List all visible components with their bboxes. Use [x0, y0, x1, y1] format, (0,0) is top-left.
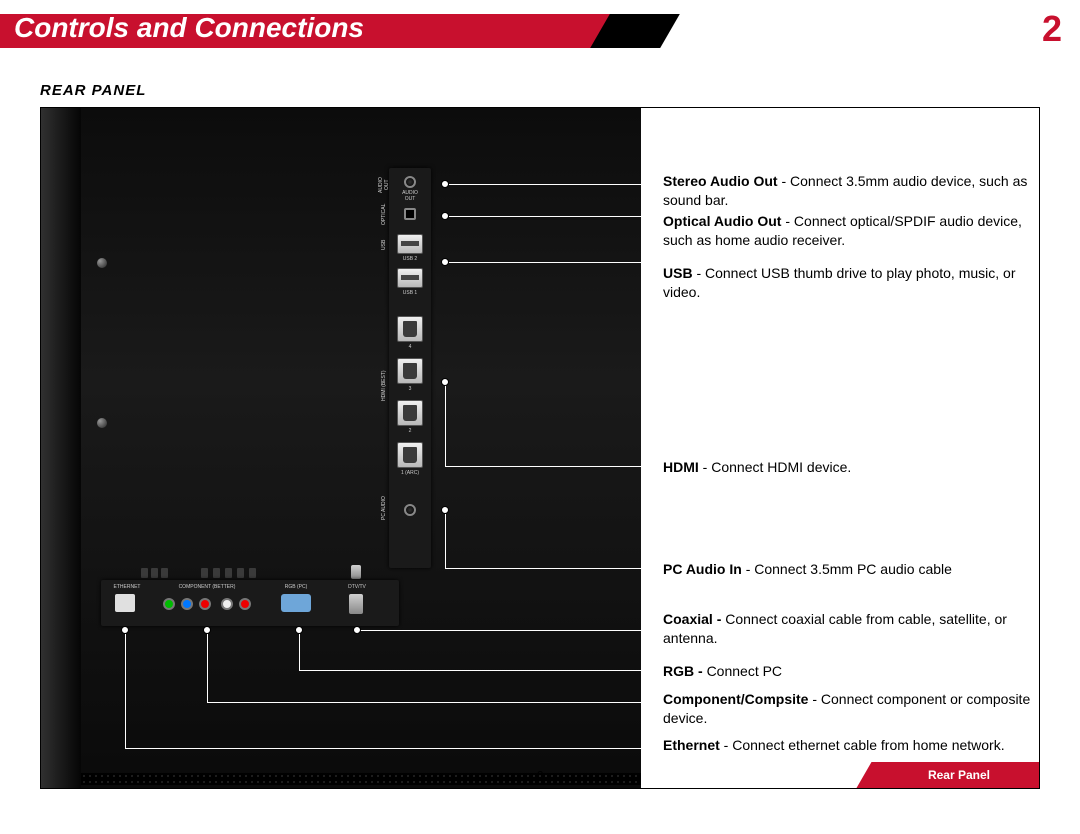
usb1-port	[397, 268, 423, 288]
vertical-port-strip: AUDIO OUT AUDIOOUT OPTICAL USB USB 2 USB…	[389, 168, 431, 568]
rca-blue	[181, 598, 193, 610]
rca-red	[199, 598, 211, 610]
stereo-jack-port	[404, 176, 416, 188]
description-column: Stereo Audio Out - Connect 3.5mm audio d…	[663, 108, 1039, 788]
desc-optical: Optical Audio Out - Connect optical/SPDI…	[663, 212, 1039, 250]
callout-dot	[441, 258, 449, 266]
ethernet-label: ETHERNET	[107, 584, 147, 590]
rca-red2	[239, 598, 251, 610]
header-title: Controls and Connections	[14, 12, 364, 44]
coax-port	[349, 594, 363, 614]
pc-audio-label: PC AUDIO	[379, 488, 389, 528]
callout-dot	[353, 626, 361, 634]
desc-comp: Component/Compsite - Connect component o…	[663, 690, 1039, 728]
usb1-label: USB 1	[395, 290, 425, 296]
chapter-number: 2	[1042, 8, 1062, 50]
audio-out-sublabel: AUDIOOUT	[395, 190, 425, 202]
hdmi2-port	[397, 400, 423, 426]
rca-white	[221, 598, 233, 610]
callout-line	[445, 568, 641, 569]
callout-dot	[441, 180, 449, 188]
usb2-port	[397, 234, 423, 254]
callout-line	[449, 184, 641, 185]
section-title: REAR PANEL	[40, 82, 1040, 99]
callout-line	[357, 630, 641, 631]
hdmi3-port	[397, 358, 423, 384]
callout-line	[449, 216, 641, 217]
horizontal-port-strip: ETHERNET COMPONENT (BETTER) RGB (PC) DTV…	[101, 580, 399, 626]
top-nubs	[101, 568, 399, 580]
tv-edge	[41, 108, 81, 789]
callout-dot	[203, 626, 211, 634]
callout-line	[125, 634, 126, 748]
callout-dot	[295, 626, 303, 634]
screw-icon	[97, 258, 107, 268]
callout-line	[445, 382, 446, 466]
page-header: Controls and Connections 2	[0, 0, 1080, 48]
callout-line	[207, 634, 208, 702]
usb2-label: USB 2	[395, 256, 425, 262]
audio-out-label: AUDIO OUT	[379, 172, 389, 198]
pc-audio-port	[404, 504, 416, 516]
callout-dot	[441, 506, 449, 514]
hdmi2-label: 2	[395, 428, 425, 434]
ethernet-port	[115, 594, 135, 612]
dtv-label: DTV/TV	[337, 584, 377, 590]
screw-icon	[97, 418, 107, 428]
hdmi-best-label: HDMI (BEST)	[379, 350, 389, 422]
callout-line	[299, 670, 641, 671]
optical-port	[404, 208, 416, 220]
rear-panel-figure: AUDIO OUT AUDIOOUT OPTICAL USB USB 2 USB…	[40, 107, 1040, 789]
callout-line	[299, 634, 300, 670]
callout-line	[445, 514, 446, 568]
hdmi1-port	[397, 442, 423, 468]
optical-label: OPTICAL	[379, 204, 389, 224]
vga-port	[281, 594, 311, 612]
desc-rgb: RGB - Connect PC	[663, 662, 1039, 681]
hdmi3-label: 3	[395, 386, 425, 392]
hdmi4-label: 4	[395, 344, 425, 350]
hdmi1-arc-label: 1 (ARC)	[395, 470, 425, 476]
tv-body: AUDIO OUT AUDIOOUT OPTICAL USB USB 2 USB…	[41, 108, 641, 789]
callout-dot	[441, 212, 449, 220]
callout-line	[125, 748, 641, 749]
callout-line	[207, 702, 641, 703]
callout-dot	[441, 378, 449, 386]
desc-pcaudio: PC Audio In - Connect 3.5mm PC audio cab…	[663, 560, 1039, 579]
component-label: COMPONENT (BETTER)	[157, 584, 257, 590]
rca-green	[163, 598, 175, 610]
desc-coax: Coaxial - Connect coaxial cable from cab…	[663, 610, 1039, 648]
desc-hdmi: HDMI - Connect HDMI device.	[663, 458, 1039, 477]
desc-eth: Ethernet - Connect ethernet cable from h…	[663, 736, 1039, 755]
hdmi4-port	[397, 316, 423, 342]
callout-dot	[121, 626, 129, 634]
desc-usb: USB - Connect USB thumb drive to play ph…	[663, 264, 1039, 302]
desc-stereo: Stereo Audio Out - Connect 3.5mm audio d…	[663, 172, 1039, 210]
rgb-label: RGB (PC)	[271, 584, 321, 590]
usb-label: USB	[379, 232, 389, 258]
content-area: REAR PANEL AUDIO OUT AUDIOOUT OPTICAL US…	[0, 82, 1080, 789]
callout-line	[445, 466, 641, 467]
callout-line	[449, 262, 641, 263]
page-number: 6	[0, 768, 1080, 783]
